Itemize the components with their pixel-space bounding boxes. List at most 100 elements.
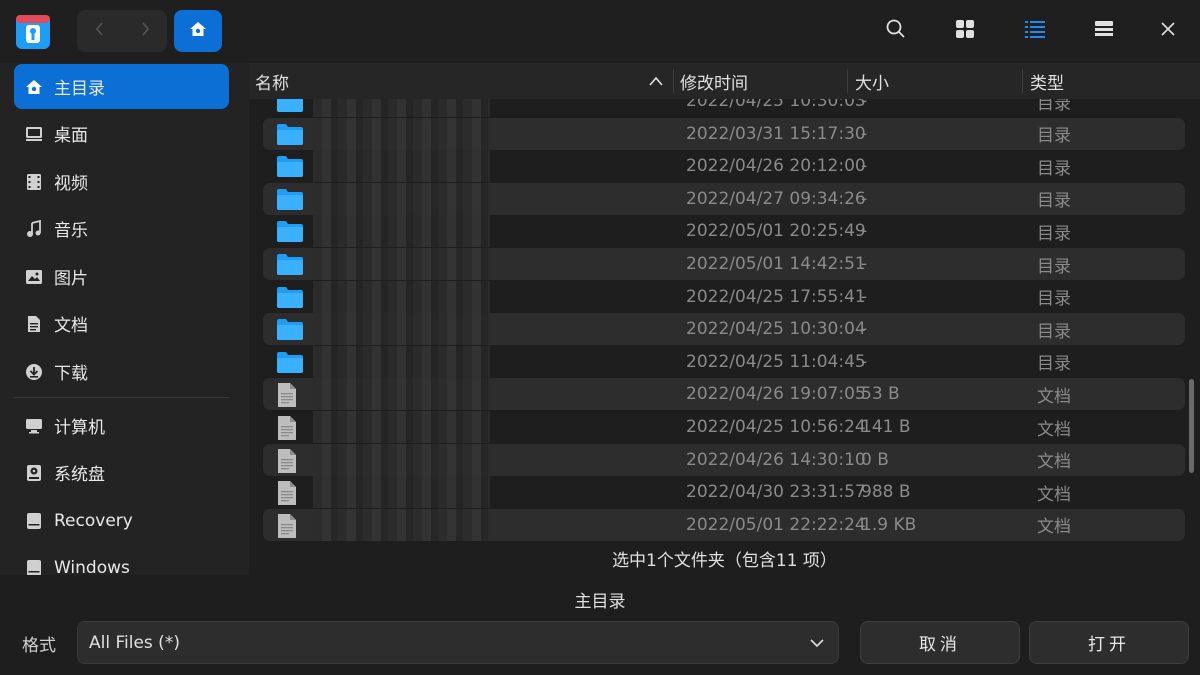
table-row[interactable]: 2022/04/30 23:31:57 988 B 文档 [263, 476, 1185, 509]
file-icon [276, 448, 298, 479]
file-type-filter-select[interactable]: All Files (*) [77, 621, 839, 664]
computer-icon [14, 418, 54, 434]
file-name-redacted [313, 150, 490, 183]
folder-icon [276, 187, 304, 216]
sidebar-item-videos[interactable]: 视频 [14, 159, 229, 204]
cell-type: 目录 [1037, 354, 1071, 375]
table-row[interactable]: 2022/04/26 19:07:05 53 B 文档 [263, 378, 1185, 413]
file-name-redacted [313, 215, 490, 248]
cancel-button[interactable]: 取消 [860, 621, 1020, 664]
column-type-label: 类型 [1030, 73, 1064, 94]
home-icon [188, 20, 208, 43]
column-size[interactable]: 大小 [855, 63, 1020, 99]
cell-type: 目录 [1037, 289, 1071, 310]
format-label: 格式 [22, 636, 56, 656]
table-row[interactable]: 2022/04/25 10:30:04- 目录 [263, 313, 1185, 346]
table-row[interactable]: 2022/04/25 10:30:03- 目录 [263, 99, 1185, 117]
home-breadcrumb-button[interactable] [174, 10, 222, 52]
file-icon [276, 382, 298, 413]
vertical-scrollbar[interactable] [1189, 379, 1194, 473]
sidebar-item-recovery[interactable]: Recovery [14, 498, 229, 543]
folder-icon [276, 285, 304, 314]
icon-view-button[interactable] [948, 14, 982, 48]
video-icon [14, 173, 54, 191]
sidebar-item-system-disk[interactable]: 系统盘 [14, 450, 229, 495]
cell-modified: 2022/04/25 10:56:24 [686, 417, 866, 437]
cell-type: 目录 [1037, 99, 1071, 114]
file-name-redacted [313, 508, 490, 541]
open-button[interactable]: 打开 [1029, 621, 1189, 664]
close-button[interactable] [1151, 14, 1185, 48]
cell-modified: 2022/03/31 15:17:30 [686, 123, 866, 144]
sidebar-item-documents[interactable]: 文档 [14, 301, 229, 346]
cell-size: 141 B [861, 417, 911, 437]
cell-modified: 2022/04/25 10:30:03 [686, 99, 866, 111]
app-logo-icon [14, 11, 52, 51]
column-name[interactable]: 名称 [255, 63, 670, 99]
table-row[interactable]: 2022/04/25 11:04:45- 目录 [263, 345, 1185, 379]
cell-modified: 2022/05/01 22:22:24 [686, 514, 866, 535]
close-icon [1159, 20, 1177, 43]
column-modified-label: 修改时间 [680, 73, 748, 94]
column-divider[interactable] [847, 69, 848, 93]
cell-type: 目录 [1037, 321, 1071, 342]
drive-icon [14, 559, 54, 577]
sidebar-item-computer[interactable]: 计算机 [14, 403, 229, 448]
chevron-left-icon [93, 20, 107, 43]
back-button[interactable] [77, 10, 122, 52]
file-name-redacted [313, 248, 490, 280]
cell-size: 0 B [861, 449, 889, 470]
music-icon [14, 219, 54, 238]
list-view-button[interactable] [1018, 14, 1052, 48]
folder-icon [276, 154, 304, 183]
sidebar-item-home[interactable]: 主目录 [14, 64, 229, 109]
chevron-down-icon [808, 634, 826, 657]
sidebar-item-desktop[interactable]: 桌面 [14, 111, 229, 156]
table-row[interactable]: 2022/03/31 15:17:30- 目录 [263, 117, 1185, 150]
cell-modified: 2022/04/25 10:30:04 [686, 319, 866, 340]
detail-view-icon [1094, 20, 1114, 43]
cell-size: - [861, 319, 868, 340]
cell-size: - [861, 156, 868, 177]
table-row[interactable]: 2022/05/01 20:25:49- 目录 [263, 215, 1185, 248]
cell-size: - [861, 99, 868, 111]
file-name-redacted [313, 313, 490, 346]
forward-button[interactable] [122, 10, 167, 52]
cell-modified: 2022/04/30 23:31:57 [686, 482, 866, 503]
table-row[interactable]: 2022/04/26 20:12:00- 目录 [263, 150, 1185, 183]
table-row[interactable]: 2022/05/01 14:42:51- 目录 [263, 248, 1185, 280]
file-name-redacted [313, 345, 490, 378]
cell-type: 目录 [1037, 256, 1071, 277]
drive-icon [14, 512, 54, 530]
cell-size: - [861, 123, 868, 144]
search-button[interactable] [879, 14, 913, 48]
table-row[interactable]: 2022/04/25 10:56:24 141 B 文档 [263, 411, 1185, 443]
sidebar-item-downloads[interactable]: 下载 [14, 349, 229, 394]
table-row[interactable]: 2022/05/01 22:22:24 1.9 KB 文档 [263, 508, 1185, 541]
column-type[interactable]: 类型 [1030, 63, 1190, 99]
table-row[interactable]: 2022/04/27 09:34:26- 目录 [263, 182, 1185, 216]
file-icon [276, 513, 298, 541]
folder-icon [276, 219, 304, 248]
table-row[interactable]: 2022/04/26 14:30:10 0 B 文档 [263, 443, 1185, 479]
sidebar-item-music[interactable]: 音乐 [14, 206, 229, 251]
cell-size: - [861, 351, 868, 372]
table-row[interactable]: 2022/04/25 17:55:41- 目录 [263, 280, 1185, 314]
column-modified[interactable]: 修改时间 [680, 63, 845, 99]
column-divider[interactable] [673, 69, 674, 93]
cell-type: 目录 [1037, 158, 1071, 179]
sidebar-item-label: 文档 [54, 316, 88, 336]
detail-view-button[interactable] [1087, 14, 1121, 48]
sidebar-item-label: 图片 [54, 269, 88, 289]
current-directory-label: 主目录 [574, 592, 626, 612]
file-name-redacted [313, 280, 490, 313]
search-icon [885, 18, 907, 45]
file-list-view: 名称 修改时间 大小 类型 2022/04/25 10:30:03- 目录 2022… [249, 63, 1200, 575]
folder-icon [276, 350, 304, 379]
system-disk-icon [14, 464, 54, 482]
dialog-footer: 主目录 格式 All Files (*) 取消 打开 [0, 575, 1200, 675]
sidebar-item-pictures[interactable]: 图片 [14, 254, 229, 299]
column-divider[interactable] [1022, 69, 1023, 93]
folder-icon [276, 99, 304, 118]
cell-size: 1.9 KB [861, 514, 917, 535]
